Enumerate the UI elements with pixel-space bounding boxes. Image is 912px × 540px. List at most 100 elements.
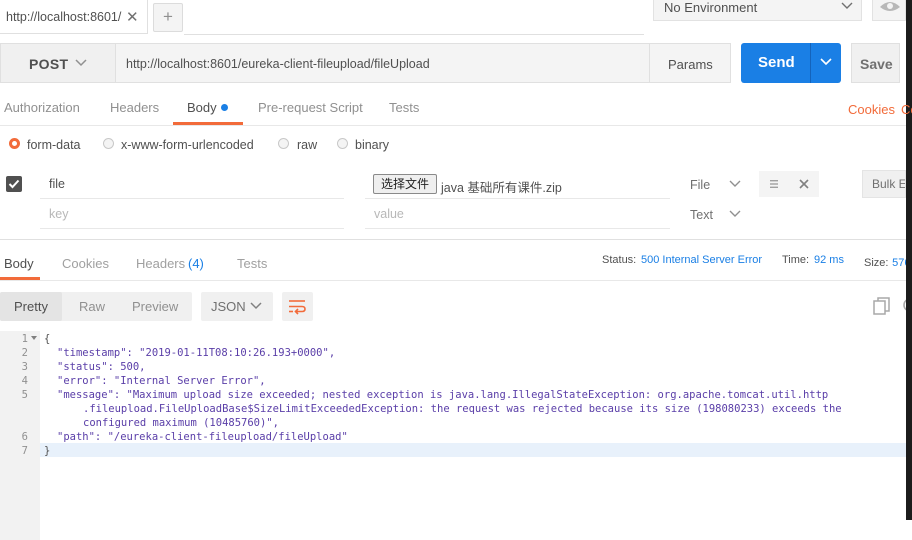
radio-urlencoded[interactable] [103,138,114,149]
form-key-input[interactable]: file [49,177,65,191]
code-line-wrapped: .fileupload.FileUploadBase$SizeLimitExce… [83,403,842,415]
environment-selected-value: No Environment [664,0,758,15]
response-tab-cookies[interactable]: Cookies [62,256,109,271]
chevron-down-icon [729,180,741,187]
chevron-down-icon [75,59,87,67]
response-body-viewer[interactable]: 1 2 3 4 5 6 7 { "timestamp": "2019-01-11… [0,331,906,540]
code-line: { [44,333,51,345]
tab-bar-divider [184,34,644,35]
status-label: Status: [602,254,637,266]
request-tab-label: http://localhost:8601/ [6,10,122,24]
code-line-wrapped: configured maximum (10485760)", [83,417,279,429]
divider [0,125,906,126]
response-tab-tests[interactable]: Tests [237,256,267,271]
url-value: http://localhost:8601/eureka-client-file… [126,57,430,71]
code-link[interactable]: Code [901,102,912,117]
divider [365,198,670,199]
language-value: JSON [211,299,246,314]
line-number: 1 [21,333,28,345]
line-number: 4 [21,375,28,387]
tab-bar: http://localhost:8601/ ✕ + No Environmen… [0,0,912,36]
method-select[interactable]: POST [0,43,116,83]
radio-form-data[interactable] [9,138,20,149]
fold-toggle-icon[interactable] [31,336,37,340]
code-line: } [44,445,51,457]
chosen-file-name: java 基础所有课件.zip [441,181,562,195]
size-label: Size: [864,257,889,268]
new-key-input[interactable]: key [49,207,68,221]
tab-prerequest-script[interactable]: Pre-request Script [258,100,363,115]
size-value[interactable]: 576 B [892,257,906,268]
tab-authorization[interactable]: Authorization [4,100,80,115]
new-value-input[interactable]: value [374,207,404,221]
radio-label-binary: binary [355,138,390,152]
request-tab[interactable]: http://localhost:8601/ ✕ [0,0,148,34]
divider [40,228,344,229]
chevron-down-icon [729,210,741,217]
view-preview-button[interactable]: Preview [132,299,178,314]
window-edge [906,0,912,520]
wrap-lines-button[interactable] [282,292,313,321]
tab-headers[interactable]: Headers [110,100,159,115]
code-line: "status": 500, [57,361,146,373]
line-number: 6 [21,431,28,443]
divider [40,198,344,199]
params-label: Params [668,57,713,72]
new-row-type-select[interactable]: Text [690,208,713,222]
environment-quick-look-button[interactable] [872,0,906,21]
radio-label-form-data: form-data [27,138,81,152]
send-button[interactable]: Send [741,43,841,83]
copy-icon[interactable] [872,296,892,316]
choose-file-button[interactable]: 选择文件 [373,174,437,194]
view-raw-button[interactable]: Raw [79,299,105,314]
save-button[interactable]: Save [851,43,900,83]
response-tab-headers[interactable]: Headers [136,256,185,271]
view-pretty-label: Pretty [14,299,48,314]
line-number: 3 [21,361,28,373]
row-enabled-checkbox[interactable] [6,176,22,192]
time-label: Time: [782,254,810,266]
language-select[interactable]: JSON [201,292,273,321]
send-label: Send [758,54,795,71]
params-button[interactable]: Params [650,43,731,83]
eye-icon [880,2,900,11]
divider [365,228,670,229]
code-line: "message": "Maximum upload size exceeded… [57,389,829,401]
size-readout: Size: 576 B [864,254,906,268]
tab-body[interactable]: Body [187,100,217,115]
new-tab-button[interactable]: + [153,3,183,32]
row-type-select[interactable]: File [690,178,710,192]
chevron-down-icon[interactable] [819,56,833,68]
save-label: Save [860,56,893,72]
url-input[interactable]: http://localhost:8601/eureka-client-file… [116,43,650,83]
code-line: "error": "Internal Server Error", [57,375,266,387]
close-tab-icon[interactable]: ✕ [126,8,139,26]
body-modified-indicator [221,104,228,111]
radio-label-urlencoded: x-www-form-urlencoded [121,138,254,152]
method-value: POST [29,56,69,72]
divider [0,280,906,281]
radio-binary[interactable] [337,138,348,149]
status-value[interactable]: 500 Internal Server Error [641,254,762,266]
line-number: 5 [21,389,28,401]
response-tab-body[interactable]: Body [4,256,34,271]
chevron-down-icon [250,302,262,310]
line-number: 7 [21,445,28,457]
radio-raw[interactable] [278,138,289,149]
code-line: "timestamp": "2019-01-11T08:10:26.193+00… [57,347,336,359]
tab-tests[interactable]: Tests [389,100,419,115]
drag-handle-icon[interactable] [767,177,781,191]
search-icon[interactable] [901,296,906,316]
send-divider [810,43,811,83]
line-number: 2 [21,347,28,359]
delete-row-icon[interactable] [797,177,811,191]
environment-select[interactable]: No Environment [653,0,862,21]
view-mode-group: Pretty Raw Preview [0,292,192,321]
code-line: "path": "/eureka-client-fileupload/fileU… [57,431,348,443]
bulk-edit-button[interactable]: Bulk Edit [862,170,906,198]
chevron-down-icon [841,2,853,9]
check-icon [8,179,20,189]
active-line-highlight [40,443,906,457]
cookies-link[interactable]: Cookies [848,102,895,117]
time-value[interactable]: 92 ms [814,254,844,266]
